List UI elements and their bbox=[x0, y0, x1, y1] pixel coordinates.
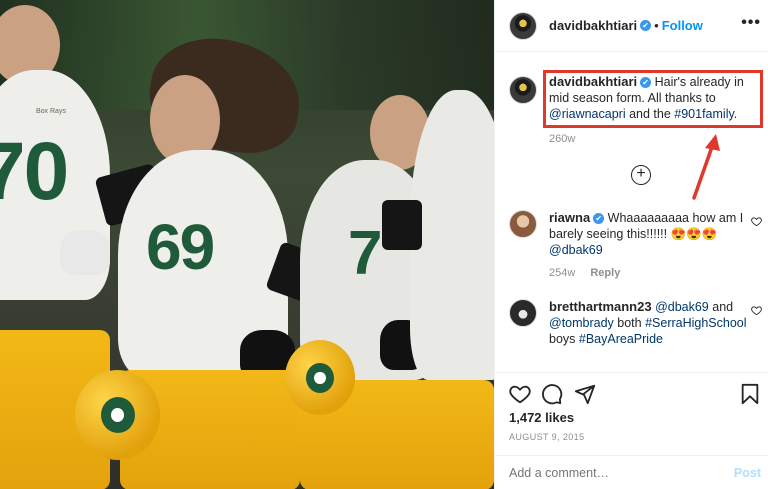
share-paper-plane-icon[interactable] bbox=[574, 383, 596, 405]
caption-text: and the bbox=[625, 107, 675, 121]
like-heart-icon[interactable] bbox=[509, 383, 531, 405]
comment-text: boys bbox=[549, 332, 579, 346]
caption-timestamp: 260w bbox=[549, 133, 576, 145]
comment: bretthartmann23 @dbak69 and @tombrady bo… bbox=[549, 299, 749, 347]
comment-avatar[interactable] bbox=[509, 299, 537, 327]
jersey-number-7: 7 bbox=[348, 219, 383, 288]
caption-text: . bbox=[733, 107, 738, 121]
caption-hashtag-link[interactable]: #901family bbox=[674, 107, 734, 121]
post-date: AUGUST 9, 2015 bbox=[509, 432, 585, 442]
header-username[interactable]: davidbakhtiari bbox=[549, 18, 637, 33]
caption-avatar[interactable] bbox=[509, 76, 537, 104]
annotation-arrow-icon bbox=[692, 134, 720, 200]
comment-hashtag-link[interactable]: #BayAreaPride bbox=[579, 332, 663, 346]
verified-badge-icon: ✔ bbox=[640, 20, 652, 32]
comment-text: both bbox=[613, 316, 646, 330]
helmet-left bbox=[75, 370, 160, 460]
caption-mention-link[interactable]: @riawnacapri bbox=[549, 107, 626, 121]
comment-like-heart-icon[interactable] bbox=[751, 305, 762, 316]
jersey-sleeve-text: Box Rays bbox=[36, 108, 66, 115]
caption-username[interactable]: davidbakhtiari bbox=[549, 74, 637, 89]
verified-badge-icon: ✔ bbox=[640, 77, 652, 89]
avatar[interactable] bbox=[509, 12, 537, 40]
comment-hashtag-link[interactable]: #SerraHighSchool bbox=[645, 316, 746, 330]
comment-text: and bbox=[708, 300, 734, 314]
separator-dot: • bbox=[654, 18, 659, 33]
comment-timestamp: 254w bbox=[549, 267, 576, 279]
reply-button[interactable]: Reply bbox=[590, 267, 620, 279]
follow-button[interactable]: Follow bbox=[662, 18, 703, 33]
more-options-icon[interactable]: ••• bbox=[741, 14, 761, 32]
comment-username[interactable]: bretthartmann23 bbox=[549, 299, 652, 314]
comment-mention-link[interactable]: @dbak69 bbox=[655, 300, 709, 314]
action-bar bbox=[495, 372, 768, 412]
comment-username[interactable]: riawna bbox=[549, 210, 590, 225]
comment-like-heart-icon[interactable] bbox=[751, 216, 762, 227]
post-comment-button[interactable]: Post bbox=[734, 466, 761, 480]
helmet-right bbox=[285, 340, 355, 415]
likes-count[interactable]: 1,472 likes bbox=[509, 410, 574, 425]
add-comment-bar: Post bbox=[495, 455, 768, 489]
jersey-number-69: 69 bbox=[146, 211, 215, 283]
load-more-comments-button[interactable]: + bbox=[631, 165, 651, 185]
caption: davidbakhtiari ✔ Hair's already in mid se… bbox=[549, 74, 761, 122]
post-side-panel: davidbakhtiari ✔ • Follow ••• davidbakhtiar… bbox=[494, 0, 768, 489]
post-header: davidbakhtiari ✔ • Follow ••• bbox=[495, 0, 768, 52]
comment-avatar[interactable] bbox=[509, 210, 537, 238]
comment-bubble-icon[interactable] bbox=[541, 383, 563, 405]
comment-mention-link[interactable]: @tombrady bbox=[549, 316, 614, 330]
add-comment-input[interactable] bbox=[509, 466, 709, 480]
post-photo[interactable]: 70 Box Rays 69 7 bbox=[0, 0, 494, 489]
comment-mention-link[interactable]: @dbak69 bbox=[549, 243, 603, 257]
comment: riawna ✔ Whaaaaaaaaa how am I barely seei… bbox=[549, 210, 749, 258]
save-bookmark-icon[interactable] bbox=[739, 383, 761, 405]
verified-badge-icon: ✔ bbox=[593, 213, 605, 225]
comment-meta: 254w Reply bbox=[549, 267, 620, 279]
jersey-number-70: 70 bbox=[0, 126, 69, 217]
